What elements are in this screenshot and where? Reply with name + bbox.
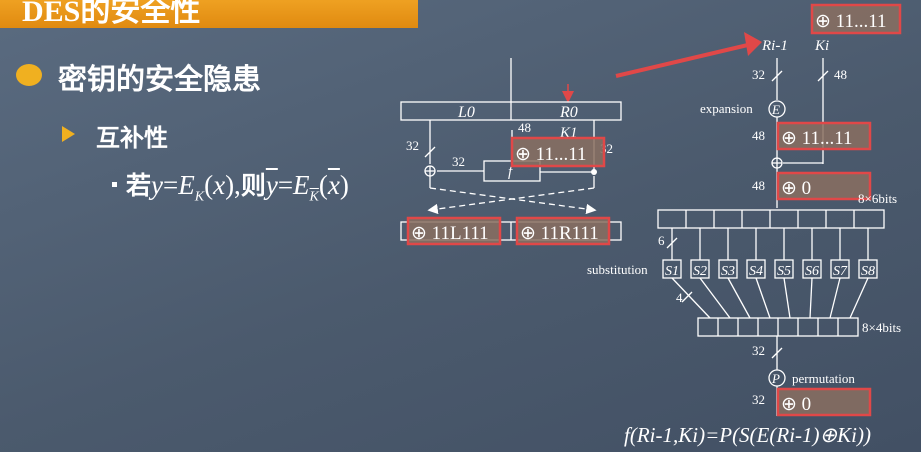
bits-32a: 32 — [406, 138, 419, 153]
expansion-label: expansion — [700, 101, 753, 116]
bits-48-exp: 48 — [752, 128, 765, 143]
feistel-round-diagram: L0 R0 32 f 32 48 K1 32 ⊕ 11...11 ⊕ 11L11… — [400, 58, 622, 246]
sbox-row: S1 S2 S3 S4 S5 S6 S7 S8 — [662, 259, 878, 279]
sbox-8-label: S8 — [861, 264, 875, 279]
sbox-6-label: S6 — [805, 264, 819, 279]
bits-6-label: 6 — [658, 233, 665, 248]
key-complement-text: ⊕ 11...11 — [515, 144, 587, 165]
bits-4-label: 4 — [676, 290, 683, 305]
permutation-label: permutation — [792, 371, 855, 386]
bits-32-in: 32 — [752, 67, 765, 82]
xor-zero-text2: ⊕ 0 — [781, 394, 811, 415]
grid-32bits-label: 8×4bits — [862, 320, 901, 335]
des-diagrams: L0 R0 32 f 32 48 K1 32 ⊕ 11...11 ⊕ 11L11… — [400, 3, 902, 447]
sbox-7-label: S7 — [833, 264, 848, 279]
r1-complement-text: ⊕ 11R111 — [520, 223, 599, 244]
sbox-output-lines — [671, 277, 869, 319]
sbox-2-label: S2 — [693, 264, 707, 279]
bits-32b: 32 — [452, 154, 465, 169]
f-formula: f(Ri-1,Ki)=P(S(E(Ri-1)⊕Ki)) — [624, 423, 871, 447]
top-complement-text: ⊕ 11...11 — [815, 11, 887, 32]
bits-48-key: 48 — [834, 67, 847, 82]
l1-complement-text: ⊕ 11L111 — [411, 223, 489, 244]
r0-label: R0 — [559, 104, 578, 121]
substitution-label: substitution — [587, 262, 648, 277]
bits-48-sbox: 48 — [752, 178, 765, 193]
pointer-arrow — [615, 42, 753, 78]
grid-48bits — [657, 209, 885, 229]
sbox-connectors — [666, 228, 869, 260]
xor-zero-text1: ⊕ 0 — [781, 178, 811, 199]
e-label: E — [771, 102, 780, 117]
ri-1-label: Ri-1 — [761, 38, 788, 54]
p-label: P — [771, 371, 780, 386]
ki-label: Ki — [814, 38, 829, 54]
sbox-4-label: S4 — [749, 264, 763, 279]
l0-label: L0 — [457, 104, 475, 121]
bits-32-perm: 32 — [752, 343, 765, 358]
grid-48bits-label: 8×6bits — [858, 191, 897, 206]
bits-48: 48 — [518, 120, 531, 135]
bits-32-out: 32 — [752, 392, 765, 407]
sbox-3-label: S3 — [721, 264, 735, 279]
sbox-1-label: S1 — [665, 264, 679, 279]
sbox-5-label: S5 — [777, 264, 791, 279]
xor-complement-text1: ⊕ 11...11 — [781, 128, 853, 149]
grid-32bits — [697, 317, 859, 337]
